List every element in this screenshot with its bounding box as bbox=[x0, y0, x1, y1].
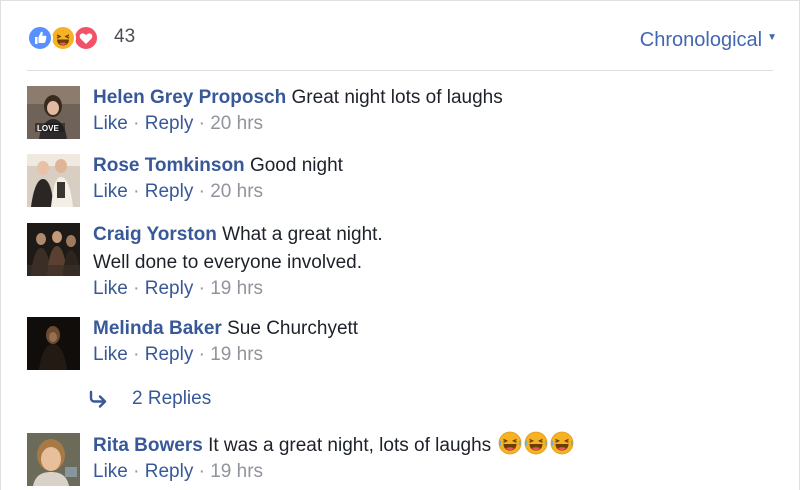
comment-author[interactable]: Rose Tomkinson bbox=[93, 155, 245, 176]
sort-dropdown[interactable]: Chronological ▼ bbox=[640, 29, 777, 52]
comment-time[interactable]: 20 hrs bbox=[210, 113, 263, 134]
like-link[interactable]: Like bbox=[93, 278, 128, 299]
haha-icon bbox=[50, 25, 76, 51]
comment-text: Good night bbox=[249, 155, 343, 176]
like-icon bbox=[27, 25, 53, 51]
comment-actions: Like · Reply · 19 hrs bbox=[93, 343, 781, 367]
comment-text: What a great night. bbox=[222, 224, 383, 245]
sort-label: Chronological bbox=[639, 29, 763, 51]
comment-time[interactable]: 20 hrs bbox=[210, 181, 263, 202]
laughing-emoji-icon bbox=[498, 431, 522, 455]
comment-author[interactable]: Rita Bowers bbox=[93, 435, 203, 456]
separator: · bbox=[198, 278, 205, 299]
separator: · bbox=[133, 278, 140, 299]
comment-text: Sue Churchyett bbox=[227, 318, 359, 339]
separator: · bbox=[198, 113, 205, 134]
comment-body: Rose Tomkinson Good night Like · Reply ·… bbox=[93, 152, 781, 204]
like-link[interactable]: Like bbox=[93, 181, 128, 202]
avatar[interactable] bbox=[27, 154, 80, 207]
comment-author[interactable]: Craig Yorston bbox=[93, 224, 217, 245]
separator: · bbox=[133, 113, 140, 134]
comment-text: Great night lots of laughs bbox=[291, 87, 503, 108]
comment-text: It was a great night, lots of laughs bbox=[208, 435, 492, 456]
comment-actions: Like · Reply · 19 hrs bbox=[93, 277, 781, 301]
svg-text:LOVE: LOVE bbox=[37, 124, 59, 133]
love-icon bbox=[73, 25, 99, 51]
avatar[interactable] bbox=[27, 317, 80, 370]
comment-body: Rita Bowers It was a great night, lots o… bbox=[93, 431, 781, 484]
replies-label: 2 Replies bbox=[132, 388, 212, 409]
separator: · bbox=[133, 344, 140, 365]
laughing-emoji-icon bbox=[524, 431, 548, 455]
avatar[interactable] bbox=[27, 223, 80, 276]
reply-link[interactable]: Reply bbox=[145, 278, 194, 299]
like-link[interactable]: Like bbox=[93, 461, 128, 482]
comment-time[interactable]: 19 hrs bbox=[210, 461, 263, 482]
like-link[interactable]: Like bbox=[93, 344, 128, 365]
reaction-count[interactable]: 43 bbox=[114, 26, 135, 48]
comment-time[interactable]: 19 hrs bbox=[210, 344, 263, 365]
reply-arrow-icon bbox=[89, 390, 109, 414]
like-link[interactable]: Like bbox=[93, 113, 128, 134]
reply-link[interactable]: Reply bbox=[145, 113, 194, 134]
separator: · bbox=[198, 461, 205, 482]
laughing-emoji-icon bbox=[550, 431, 574, 455]
chevron-down-icon: ▼ bbox=[767, 32, 777, 43]
comments-panel: 43 Chronological ▼ LOVE Helen Grey Propos… bbox=[0, 0, 800, 490]
reply-link[interactable]: Reply bbox=[145, 344, 194, 365]
avatar[interactable]: LOVE bbox=[27, 86, 80, 139]
comment-time[interactable]: 19 hrs bbox=[210, 278, 263, 299]
avatar[interactable] bbox=[27, 433, 80, 486]
comments-header: 43 Chronological ▼ bbox=[1, 1, 800, 71]
comment-body: Melinda Baker Sue Churchyett Like · Repl… bbox=[93, 315, 781, 367]
comment-actions: Like · Reply · 20 hrs bbox=[93, 112, 781, 136]
comment-body: Craig Yorston What a great night. Well d… bbox=[93, 221, 781, 301]
reply-link[interactable]: Reply bbox=[145, 181, 194, 202]
separator: · bbox=[198, 344, 205, 365]
comment-author[interactable]: Helen Grey Proposch bbox=[93, 87, 286, 108]
comment-actions: Like · Reply · 19 hrs bbox=[93, 460, 781, 484]
reply-link[interactable]: Reply bbox=[145, 461, 194, 482]
separator: · bbox=[198, 181, 205, 202]
comment-text-line-2: Well done to everyone involved. bbox=[93, 252, 362, 273]
header-divider bbox=[27, 70, 773, 71]
comment-body: Helen Grey Proposch Great night lots of … bbox=[93, 84, 781, 136]
comment-actions: Like · Reply · 20 hrs bbox=[93, 180, 781, 204]
comment-author[interactable]: Melinda Baker bbox=[93, 318, 222, 339]
separator: · bbox=[133, 181, 140, 202]
separator: · bbox=[133, 461, 140, 482]
